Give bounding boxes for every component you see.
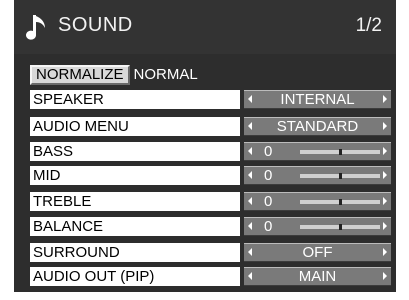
slider-value: 0: [264, 167, 273, 184]
menu-title: SOUND: [58, 14, 133, 36]
item-label: SPEAKER: [30, 90, 240, 109]
left-arrow-icon[interactable]: [248, 147, 252, 155]
selector-value: INTERNAL: [280, 91, 355, 108]
audio-menu-selector[interactable]: STANDARD: [244, 117, 391, 136]
surround-selector[interactable]: OFF: [244, 243, 391, 262]
slider-indicator[interactable]: [339, 173, 342, 179]
slider-indicator[interactable]: [339, 224, 342, 230]
slider-indicator[interactable]: [339, 149, 342, 155]
item-label: AUDIO MENU: [30, 117, 240, 136]
mid-slider[interactable]: 0: [244, 166, 391, 185]
music-note-icon: [26, 15, 45, 40]
right-arrow-icon[interactable]: [383, 147, 387, 155]
normalize-status: NORMAL: [133, 66, 198, 83]
right-arrow-icon[interactable]: [383, 197, 387, 205]
left-arrow-icon[interactable]: [248, 197, 252, 205]
left-arrow-icon[interactable]: [248, 95, 252, 103]
osd-screen: SOUND 1/2 NORMALIZE NORMAL SPEAKER INTER…: [0, 0, 409, 300]
audio-out-pip-selector[interactable]: MAIN: [244, 267, 391, 286]
selector-value: MAIN: [298, 268, 337, 285]
left-arrow-icon[interactable]: [248, 272, 252, 280]
treble-slider[interactable]: 0: [244, 192, 391, 211]
balance-slider[interactable]: 0: [244, 217, 391, 236]
item-label: MID: [30, 166, 240, 185]
normalize-row: NORMALIZE NORMAL: [30, 64, 198, 86]
left-arrow-icon[interactable]: [248, 171, 252, 179]
item-label: TREBLE: [30, 192, 240, 211]
slider-value: 0: [264, 193, 273, 210]
right-arrow-icon[interactable]: [383, 248, 387, 256]
right-arrow-icon[interactable]: [383, 95, 387, 103]
bass-slider[interactable]: 0: [244, 142, 391, 161]
right-arrow-icon[interactable]: [383, 222, 387, 230]
selector-value: STANDARD: [276, 118, 359, 135]
item-label: BALANCE: [30, 217, 240, 236]
slider-value: 0: [264, 143, 273, 160]
right-arrow-icon[interactable]: [383, 122, 387, 130]
page-indicator: 1/2: [355, 15, 382, 36]
item-label: BASS: [30, 142, 240, 161]
slider-indicator[interactable]: [339, 199, 342, 205]
left-arrow-icon[interactable]: [248, 222, 252, 230]
item-label: SURROUND: [30, 243, 240, 262]
slider-value: 0: [264, 218, 273, 235]
speaker-selector[interactable]: INTERNAL: [244, 90, 391, 109]
right-arrow-icon[interactable]: [383, 171, 387, 179]
item-label: AUDIO OUT (PIP): [30, 267, 240, 286]
left-arrow-icon[interactable]: [248, 122, 252, 130]
left-arrow-icon[interactable]: [248, 248, 252, 256]
selector-value: OFF: [302, 244, 333, 261]
normalize-button[interactable]: NORMALIZE: [30, 65, 130, 85]
right-arrow-icon[interactable]: [383, 272, 387, 280]
